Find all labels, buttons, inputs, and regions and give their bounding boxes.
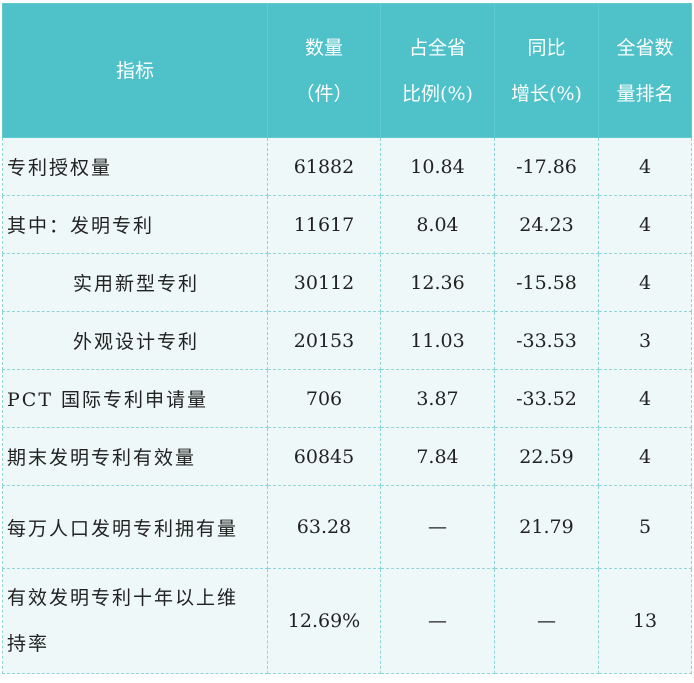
header-count: 数量 （件） xyxy=(267,3,381,138)
row-label: 实用新型专利 xyxy=(2,253,268,312)
share-cell: 7.84 xyxy=(380,427,495,486)
rank-cell: 4 xyxy=(598,253,692,312)
row-label-line: 有效发明专利十年以上维 xyxy=(7,587,239,609)
patent-statistics-table: 指标 数量 （件） 占全省 比例(%) 同比 增长(%) 全省数 量排名 专利授… xyxy=(2,3,692,674)
row-label: 其中：发明专利 xyxy=(2,195,268,254)
row-label-line: 持率 xyxy=(7,633,50,655)
header-share: 占全省 比例(%) xyxy=(380,3,495,138)
table-row: PCT 国际专利申请量 706 3.87 -33.52 4 xyxy=(2,369,692,428)
header-growth: 同比 增长(%) xyxy=(494,3,599,138)
header-text: 同比 xyxy=(527,36,566,59)
header-rank: 全省数 量排名 xyxy=(598,3,692,138)
rank-cell: 5 xyxy=(598,485,692,569)
count-cell: 60845 xyxy=(267,427,381,486)
table-row: 专利授权量 61882 10.84 -17.86 4 xyxy=(2,137,692,196)
share-cell: — xyxy=(380,485,495,569)
header-text: 增长(%) xyxy=(511,82,582,105)
count-cell: 30112 xyxy=(267,253,381,312)
rank-cell: 4 xyxy=(598,195,692,254)
row-label: 专利授权量 xyxy=(2,137,268,196)
header-text: 指标 xyxy=(115,59,154,82)
share-cell: 11.03 xyxy=(380,311,495,370)
count-cell: 63.28 xyxy=(267,485,381,569)
header-row: 指标 数量 （件） 占全省 比例(%) 同比 增长(%) 全省数 量排名 xyxy=(2,3,692,138)
growth-cell: -33.52 xyxy=(494,369,599,428)
growth-cell: -33.53 xyxy=(494,311,599,370)
share-cell: 10.84 xyxy=(380,137,495,196)
table-row: 有效发明专利十年以上维 持率 12.69% — — 13 xyxy=(2,568,692,674)
growth-cell: -15.58 xyxy=(494,253,599,312)
header-indicator: 指标 xyxy=(2,3,268,138)
table-row: 外观设计专利 20153 11.03 -33.53 3 xyxy=(2,311,692,370)
row-label: 外观设计专利 xyxy=(2,311,268,370)
share-cell: 3.87 xyxy=(380,369,495,428)
header-text: 占全省 xyxy=(408,36,466,59)
table-row: 每万人口发明专利拥有量 63.28 — 21.79 5 xyxy=(2,485,692,569)
count-cell: 12.69% xyxy=(267,568,381,674)
growth-cell: — xyxy=(494,568,599,674)
count-cell: 706 xyxy=(267,369,381,428)
rank-cell: 4 xyxy=(598,427,692,486)
growth-cell: 24.23 xyxy=(494,195,599,254)
count-cell: 11617 xyxy=(267,195,381,254)
table-row: 其中：发明专利 11617 8.04 24.23 4 xyxy=(2,195,692,254)
row-label: 期末发明专利有效量 xyxy=(2,427,268,486)
share-cell: 12.36 xyxy=(380,253,495,312)
growth-cell: -17.86 xyxy=(494,137,599,196)
header-text: 全省数 xyxy=(616,36,674,59)
growth-cell: 22.59 xyxy=(494,427,599,486)
row-label: 有效发明专利十年以上维 持率 xyxy=(2,568,268,674)
rank-cell: 4 xyxy=(598,369,692,428)
growth-cell: 21.79 xyxy=(494,485,599,569)
rank-cell: 3 xyxy=(598,311,692,370)
header-text: 比例(%) xyxy=(402,82,473,105)
count-cell: 61882 xyxy=(267,137,381,196)
table-body: 专利授权量 61882 10.84 -17.86 4 其中：发明专利 11617… xyxy=(2,137,692,674)
share-cell: 8.04 xyxy=(380,195,495,254)
header-text: 量排名 xyxy=(616,82,674,105)
row-label: 每万人口发明专利拥有量 xyxy=(2,485,268,569)
row-label: PCT 国际专利申请量 xyxy=(2,369,268,428)
rank-cell: 13 xyxy=(598,568,692,674)
share-cell: — xyxy=(380,568,495,674)
table-header: 指标 数量 （件） 占全省 比例(%) 同比 增长(%) 全省数 量排名 xyxy=(2,3,692,138)
header-text: （件） xyxy=(295,82,353,105)
table-row: 期末发明专利有效量 60845 7.84 22.59 4 xyxy=(2,427,692,486)
table-row: 实用新型专利 30112 12.36 -15.58 4 xyxy=(2,253,692,312)
count-cell: 20153 xyxy=(267,311,381,370)
header-text: 数量 xyxy=(304,36,343,59)
rank-cell: 4 xyxy=(598,137,692,196)
